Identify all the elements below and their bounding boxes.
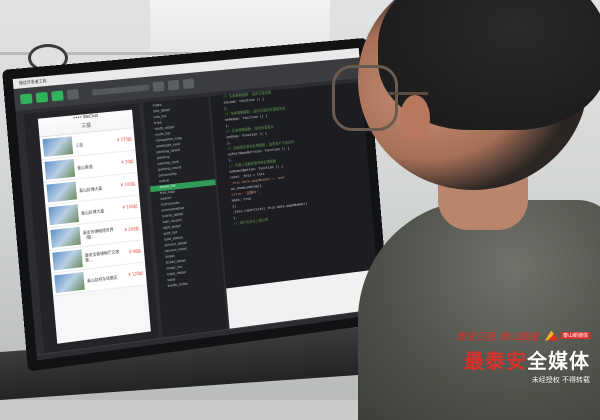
listing-list: 三亚 ¥ 775起 泰山索道 ¥ 30起 泰山好博大厦 ¥ 100起 泰山好博大厦 ¥ 100… — [39, 128, 146, 296]
mountain-icon — [545, 331, 559, 341]
editor-button — [36, 92, 49, 103]
listing-name: 泰山好博大厦 — [81, 206, 120, 215]
listing-price: ¥ 120起 — [128, 271, 143, 279]
preview-button — [168, 80, 180, 91]
watermark-main-white: 全媒体 — [527, 349, 590, 373]
listing-price: ¥ 100起 — [123, 203, 138, 210]
watermark-main-red: 最泰安 — [464, 349, 527, 373]
watermark: 泰安日报 泰山晚报 泰山新媒体 最泰安全媒体 未经授权 不得转载 — [400, 328, 590, 394]
listing-thumbnail — [45, 159, 76, 180]
listing-thumbnail — [50, 227, 81, 248]
glasses-temple — [388, 92, 428, 95]
glasses — [332, 65, 398, 131]
listing-price: ¥ 98起 — [129, 248, 142, 255]
listing-name: 泰山好博大厦 — [79, 183, 118, 192]
upload-button — [182, 78, 194, 89]
simulator-button — [20, 93, 33, 104]
cloud-button — [67, 89, 79, 100]
listing-thumbnail — [54, 272, 84, 293]
simulator-panel: •••• WeChat 三亚 三亚 ¥ 775起 泰山索道 ¥ 30起 泰山好博大厦 ¥ … — [24, 103, 160, 355]
listing-price: ¥ 30起 — [121, 159, 134, 166]
app-name: 微信开发者工具 — [19, 78, 47, 86]
listing-name: 泰山花样车场景区 — [87, 273, 126, 283]
listing-thumbnail — [46, 182, 77, 203]
ear — [400, 95, 430, 141]
mode-selector — [92, 84, 150, 95]
listing-thumbnail — [43, 136, 74, 157]
listing-thumbnail — [48, 204, 79, 225]
watermark-logo: 泰山新媒体 — [545, 331, 590, 341]
listing-name: 泰安市博物馆世界（摄... — [83, 226, 123, 240]
listing-thumbnail — [52, 249, 83, 270]
phone-preview: •••• WeChat 三亚 三亚 ¥ 775起 泰山索道 ¥ 30起 泰山好博大厦 ¥ … — [38, 110, 151, 344]
listing-name: 泰安宝泰储物厅文旅景... — [85, 248, 127, 263]
photo-scene: 微信开发者工具 •••• WeChat 三亚 三亚 ¥ 775起 泰山索道 ¥ 30起… — [0, 0, 600, 400]
listing-name: 泰山索道 — [77, 161, 119, 170]
watermark-brand: 泰山新媒体 — [561, 332, 590, 339]
listing-price: ¥ 775起 — [117, 136, 132, 143]
listing-name: 三亚 — [75, 139, 114, 148]
listing-price: ¥ 100起 — [121, 181, 136, 188]
watermark-calligraphy: 泰安日报 泰山晚报 — [456, 328, 539, 343]
debugger-button — [51, 90, 63, 101]
watermark-notice: 未经授权 不得转载 — [400, 375, 590, 385]
compile-button — [153, 81, 165, 92]
listing-price: ¥ 240起 — [124, 226, 139, 234]
